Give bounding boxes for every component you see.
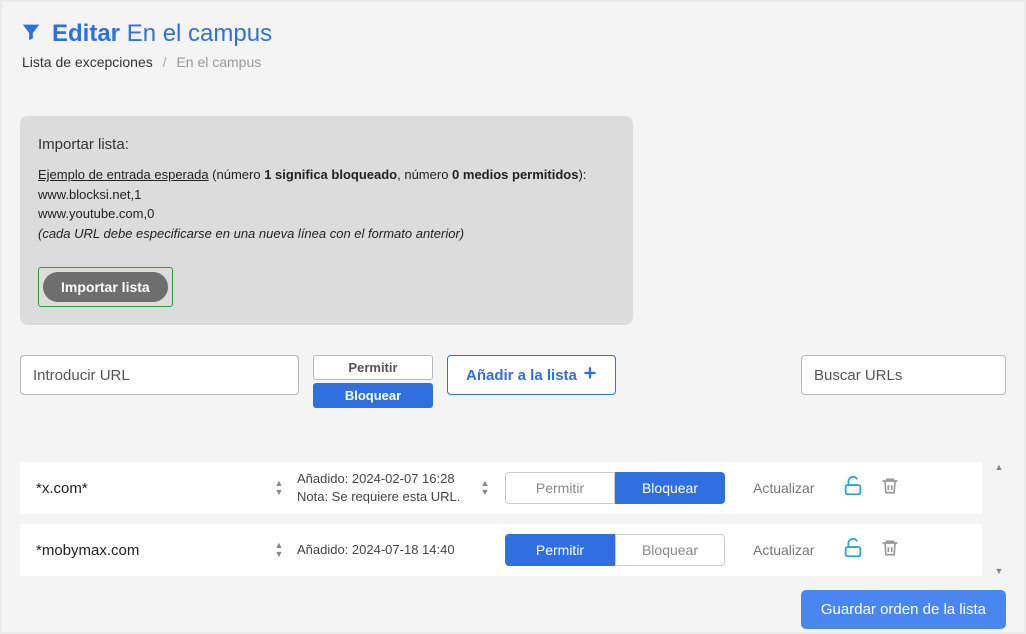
scroll-up-icon[interactable]: ▲	[995, 462, 1004, 472]
row-permit-button[interactable]: Permitir	[505, 472, 615, 504]
permit-block-toggle: Permitir Bloquear	[313, 355, 433, 408]
row-url: *mobymax.com	[36, 542, 271, 559]
page: Editar En el campus Lista de excepciones…	[2, 2, 1024, 632]
row-block-button[interactable]: Bloquear	[615, 534, 725, 566]
order-stepper: ▲ ▼	[271, 479, 287, 497]
meta-stepper: ▲ ▼	[477, 479, 493, 497]
breadcrumb-separator: /	[163, 54, 167, 70]
controls-row: Permitir Bloquear Añadir a la lista	[20, 355, 1006, 408]
scrollbar[interactable]: ▲ ▼	[992, 462, 1006, 576]
example-desc-post: ):	[578, 167, 586, 182]
example-line-1: www.blocksi.net,1	[38, 185, 615, 205]
example-desc-mid: , número	[397, 167, 452, 182]
row-block-button[interactable]: Bloquear	[615, 472, 725, 504]
row-actions	[842, 537, 900, 564]
breadcrumb-current: En el campus	[176, 54, 261, 70]
list-item: *x.com* ▲ ▼ Añadido: 2024-02-07 16:28 No…	[20, 462, 982, 514]
chevron-down-icon[interactable]: ▼	[271, 488, 287, 497]
row-note: Nota: Se requiere esta URL.	[297, 488, 477, 506]
row-url: *x.com*	[36, 480, 271, 497]
save-order-button[interactable]: Guardar orden de la lista	[801, 590, 1006, 629]
example-desc-b1: 1 significa bloqueado	[264, 167, 397, 182]
chevron-down-icon[interactable]: ▼	[477, 488, 493, 497]
toggle-permit-button[interactable]: Permitir	[313, 355, 433, 380]
row-added: Añadido: 2024-02-07 16:28	[297, 470, 477, 488]
add-label: Añadir a la lista	[466, 367, 577, 384]
unlock-icon[interactable]	[842, 475, 864, 502]
page-header: Editar En el campus	[20, 20, 1006, 48]
update-button[interactable]: Actualizar	[753, 480, 814, 496]
row-meta: Añadido: 2024-07-18 14:40	[297, 541, 477, 559]
example-note: (cada URL debe especificarse en una nuev…	[38, 224, 615, 244]
breadcrumb: Lista de excepciones / En el campus	[20, 54, 1006, 70]
row-toggle-group: Permitir Bloquear	[505, 534, 725, 566]
example-line-2: www.youtube.com,0	[38, 204, 615, 224]
list-item: *mobymax.com ▲ ▼ Añadido: 2024-07-18 14:…	[20, 524, 982, 576]
row-meta: Añadido: 2024-02-07 16:28 Nota: Se requi…	[297, 470, 477, 506]
import-list-button[interactable]: Importar lista	[43, 272, 168, 302]
import-title: Importar lista:	[38, 136, 615, 153]
update-button[interactable]: Actualizar	[753, 542, 814, 558]
example-label: Ejemplo de entrada esperada	[38, 167, 209, 182]
row-toggle-group: Permitir Bloquear	[505, 472, 725, 504]
search-input[interactable]	[801, 355, 1006, 395]
url-input[interactable]	[20, 355, 299, 395]
import-btn-wrap: Importar lista	[38, 267, 615, 307]
title-bold: Editar	[52, 20, 120, 47]
trash-icon[interactable]	[880, 538, 900, 563]
toggle-block-button[interactable]: Bloquear	[313, 383, 433, 408]
add-to-list-button[interactable]: Añadir a la lista	[447, 355, 616, 395]
footer: Guardar orden de la lista	[20, 590, 1006, 629]
example-desc-pre: (número	[209, 167, 265, 182]
plus-icon	[583, 366, 597, 384]
title-normal: En el campus	[127, 20, 272, 47]
breadcrumb-root[interactable]: Lista de excepciones	[22, 54, 153, 70]
row-added: Añadido: 2024-07-18 14:40	[297, 541, 477, 559]
row-permit-button[interactable]: Permitir	[505, 534, 615, 566]
row-actions	[842, 475, 900, 502]
unlock-icon[interactable]	[842, 537, 864, 564]
import-btn-highlight: Importar lista	[38, 267, 173, 307]
trash-icon[interactable]	[880, 476, 900, 501]
url-list: *x.com* ▲ ▼ Añadido: 2024-02-07 16:28 No…	[20, 462, 1006, 576]
import-panel: Importar lista: Ejemplo de entrada esper…	[20, 116, 633, 325]
chevron-down-icon[interactable]: ▼	[271, 550, 287, 559]
filter-icon	[20, 21, 42, 48]
import-example-desc: Ejemplo de entrada esperada (número 1 si…	[38, 165, 615, 185]
scroll-down-icon[interactable]: ▼	[995, 566, 1004, 576]
list-wrap: *x.com* ▲ ▼ Añadido: 2024-02-07 16:28 No…	[20, 462, 1006, 576]
order-stepper: ▲ ▼	[271, 541, 287, 559]
page-title: Editar En el campus	[52, 20, 272, 48]
example-desc-b2: 0 medios permitidos	[452, 167, 578, 182]
